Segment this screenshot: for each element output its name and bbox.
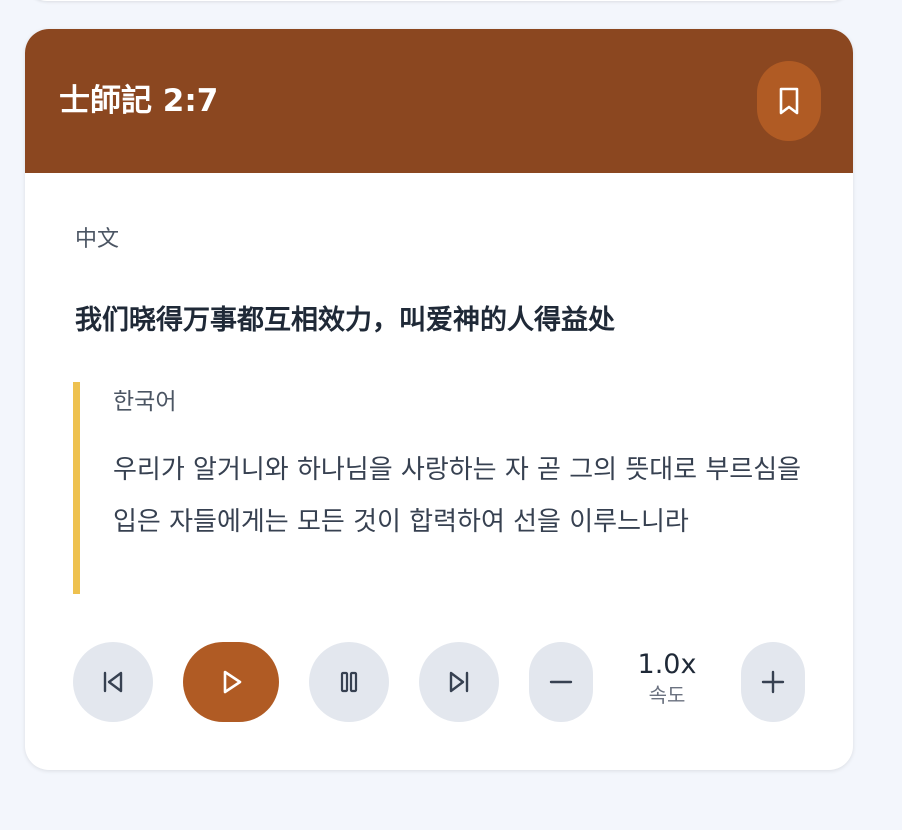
- verse-card-header: 士師記 2:7: [25, 29, 853, 173]
- chinese-verse-text: 我们晓得万事都互相效力，叫爱神的人得益处: [75, 305, 615, 336]
- pause-button[interactable]: [309, 642, 389, 722]
- speed-value: 1.0x: [637, 649, 697, 680]
- bookmark-icon: [779, 87, 799, 115]
- skip-back-icon: [103, 671, 123, 693]
- plus-icon: [761, 670, 785, 694]
- korean-translation-block: 한국어 우리가 알거니와 하나님을 사랑하는 자 곧 그의 뜻대로 부르심을 입…: [73, 382, 813, 594]
- play-button[interactable]: [183, 642, 279, 722]
- pause-icon: [340, 671, 358, 693]
- chinese-language-label: 中文: [75, 227, 120, 252]
- verse-reference: 士師記 2:7: [59, 83, 219, 119]
- audio-player-controls: 1.0x 속도: [25, 642, 853, 722]
- playback-speed-display: 1.0x 속도: [617, 642, 717, 722]
- speed-increase-button[interactable]: [741, 642, 805, 722]
- speed-label: 속도: [648, 683, 686, 707]
- korean-verse-text: 우리가 알거니와 하나님을 사랑하는 자 곧 그의 뜻대로 부르심을 입은 자들…: [113, 455, 802, 537]
- bookmark-button[interactable]: [757, 61, 821, 141]
- minus-icon: [549, 680, 573, 684]
- previous-button[interactable]: [73, 642, 153, 722]
- verse-card: 士師記 2:7 中文 我们晓得万事都互相效力，叫爱神的人得益处 한국어 우리가 …: [25, 29, 853, 770]
- previous-card-edge: [25, 0, 853, 1]
- play-icon: [223, 670, 242, 694]
- skip-forward-icon: [449, 671, 469, 693]
- next-button[interactable]: [419, 642, 499, 722]
- korean-language-label: 한국어: [113, 389, 177, 415]
- speed-decrease-button[interactable]: [529, 642, 593, 722]
